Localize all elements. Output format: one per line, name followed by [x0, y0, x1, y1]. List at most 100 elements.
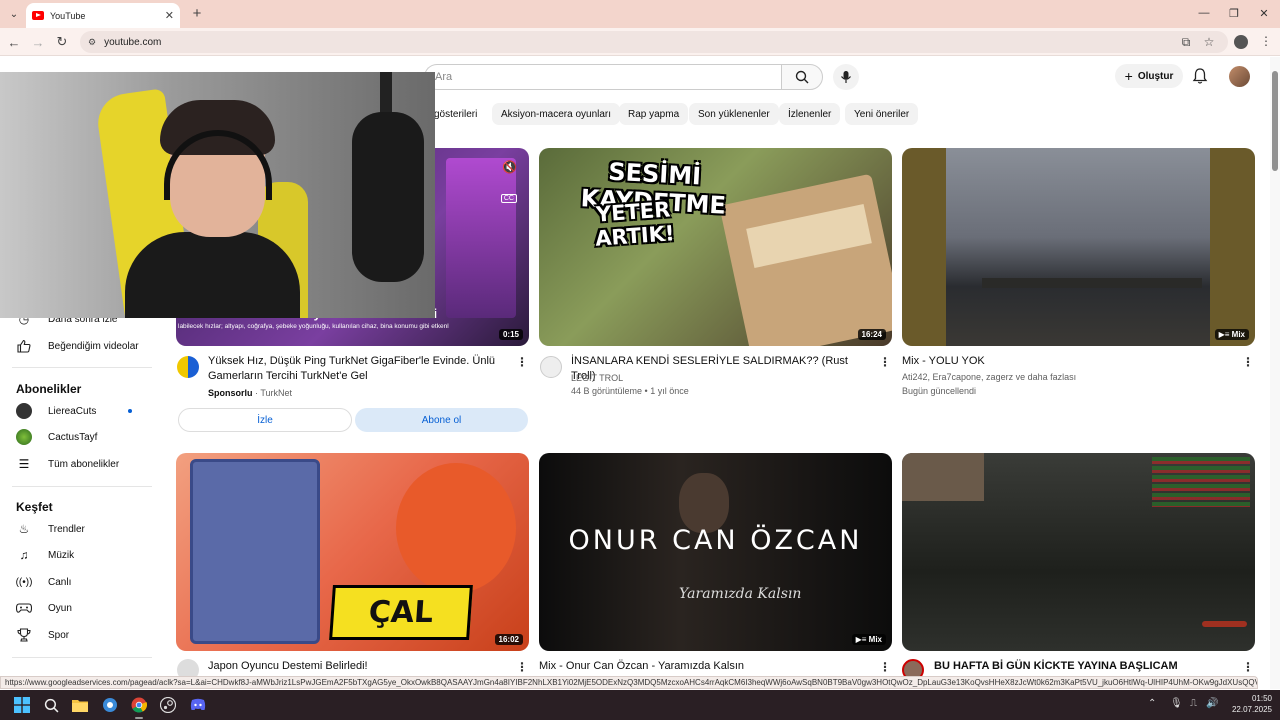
ad-more-actions-icon[interactable]: ⋮: [516, 355, 528, 369]
video-thumbnail[interactable]: SESİMİ KAYDETME YETER ARTIK! 16:24: [539, 148, 892, 346]
sidebar-item-label: Müzik: [48, 549, 75, 561]
microphone-tray-icon[interactable]: 🎙: [1170, 698, 1183, 709]
sidebar-item-gaming[interactable]: Oyun: [16, 598, 72, 618]
tree-line: [982, 278, 1202, 288]
bookmark-star-icon[interactable]: ☆: [1200, 33, 1218, 51]
video-thumbnail[interactable]: ONUR CAN ÖZCAN Yaramızda Kalsın ▶≡ Mix: [539, 453, 892, 651]
minimize-icon[interactable]: —: [1194, 4, 1214, 22]
thumbnail-text: ÇAL: [367, 595, 435, 630]
browser-menu-icon[interactable]: ⋮: [1260, 34, 1272, 48]
character-art: [396, 463, 516, 593]
video-thumbnail[interactable]: ▶≡ Mix: [902, 148, 1255, 346]
reload-icon[interactable]: ↻: [52, 32, 72, 52]
chip-5[interactable]: Yeni öneriler: [845, 103, 919, 125]
chip-2[interactable]: Rap yapma: [619, 103, 689, 125]
windows-taskbar: ⌃ 🎙 ⎍ 🔊 01:50 22.07.2025: [0, 690, 1280, 720]
captions-icon[interactable]: CC: [500, 194, 517, 203]
notifications-bell-icon[interactable]: [1191, 67, 1209, 85]
browser-tab-youtube[interactable]: YouTube ✕: [26, 3, 180, 28]
page-scrollbar[interactable]: [1270, 57, 1280, 689]
tray-overflow-chevron-icon[interactable]: ⌃: [1148, 698, 1156, 709]
create-button[interactable]: + Oluştur: [1115, 64, 1183, 88]
browser-tab-strip: ⌄ YouTube ✕ + — ❐ ✕: [0, 0, 1280, 28]
search-button[interactable]: [781, 64, 823, 90]
channel-name[interactable]: Ati242, Era7capone, zagerz ve daha fazla…: [902, 370, 1076, 384]
volume-icon[interactable]: 🔊: [1206, 698, 1218, 709]
taskbar-search-icon[interactable]: [41, 695, 61, 715]
card-deck-list: [190, 459, 320, 644]
site-settings-icon[interactable]: ⚙: [88, 37, 96, 48]
sidebar-item-label: Spor: [48, 629, 70, 641]
sidebar-item-sports[interactable]: Spor: [16, 625, 69, 645]
mute-icon[interactable]: 🔇: [502, 160, 517, 174]
video-title[interactable]: Japon Oyuncu Destemi Belirledi!: [208, 659, 508, 674]
killfeed-overlay: [1152, 457, 1250, 507]
sidebar-item-trending[interactable]: ♨ Trendler: [16, 519, 85, 539]
forward-arrow-icon[interactable]: →: [28, 32, 48, 52]
search-input[interactable]: Ara: [424, 64, 782, 90]
sidebar-item-label: LiereaCuts: [48, 405, 97, 417]
chip-0[interactable]: gösterileri: [426, 103, 487, 125]
restore-icon[interactable]: ❐: [1224, 4, 1244, 22]
address-bar[interactable]: ⚙ youtube.com ⧉ ☆: [80, 31, 1228, 53]
video-title[interactable]: Mix - Onur Can Özcan - Yaramızda Kalsın: [539, 659, 869, 674]
thumbs-up-icon: [16, 338, 32, 354]
account-avatar[interactable]: [1229, 66, 1250, 87]
studio-microphone: [352, 112, 424, 282]
sidebar-item-live[interactable]: ((•)) Canlı: [15, 572, 72, 592]
new-tab-plus-icon[interactable]: +: [188, 4, 206, 22]
browser-profile-icon[interactable]: [1234, 35, 1248, 49]
tab-search-chevron-icon[interactable]: ⌄: [5, 5, 23, 23]
sidebar-divider: [12, 486, 152, 487]
video-thumbnail[interactable]: ÇAL 16:02: [176, 453, 529, 651]
chip-4[interactable]: İzlenenler: [779, 103, 841, 125]
advertiser-name[interactable]: TurkNet: [260, 388, 292, 398]
subscriptions-heading[interactable]: Abonelikler: [16, 382, 81, 396]
sidebar-item-sub-cactustayf[interactable]: CactusTayf: [16, 427, 97, 447]
voice-search-button[interactable]: [833, 64, 859, 90]
video-more-actions-icon[interactable]: ⋮: [1242, 355, 1254, 369]
chip-1[interactable]: Aksiyon-macera oyunları: [492, 103, 621, 125]
back-arrow-icon[interactable]: ←: [4, 32, 24, 52]
advertiser-avatar[interactable]: [177, 356, 199, 378]
network-icon[interactable]: ⎍: [1190, 698, 1197, 709]
video-title[interactable]: Mix - YOLU YOK: [902, 354, 1232, 369]
discord-icon[interactable]: [188, 695, 208, 715]
sidebar-item-music[interactable]: ♫ Müzik: [16, 545, 75, 565]
browser-toolbar: ← → ↻ ⚙ youtube.com ⧉ ☆ ⋮: [0, 28, 1280, 56]
video-more-actions-icon[interactable]: ⋮: [879, 660, 891, 674]
list-icon: ☰: [18, 457, 30, 471]
ad-watch-button[interactable]: İzle: [178, 408, 352, 432]
ad-caption-text: labilecek hızlar; altyapı, coğrafya, şeb…: [178, 323, 449, 330]
video-more-actions-icon[interactable]: ⋮: [516, 660, 528, 674]
ad-meta: Sponsorlu · TurkNet: [208, 386, 292, 400]
sidebar-item-sub-liereacuts[interactable]: LiereaCuts: [16, 401, 96, 421]
steam-icon[interactable]: [158, 695, 178, 715]
ad-title[interactable]: Yüksek Hız, Düşük Ping TurkNet GigaFiber…: [208, 354, 508, 384]
seaside-photo: [946, 148, 1210, 346]
install-app-icon[interactable]: ⧉: [1177, 33, 1195, 51]
ad-subscribe-button[interactable]: Abone ol: [355, 408, 528, 432]
sidebar-item-all-subscriptions[interactable]: ☰ Tüm abonelikler: [16, 454, 120, 474]
chrome-icon[interactable]: [129, 695, 149, 715]
sidebar-item-label: Beğendiğim videolar: [48, 340, 139, 352]
chip-3[interactable]: Son yüklenenler: [689, 103, 779, 125]
microphone-icon: [841, 71, 851, 83]
sidebar-item-label: CactusTayf: [48, 431, 98, 443]
file-explorer-icon[interactable]: [70, 695, 90, 715]
channel-name[interactable]: LEGIT TROL: [571, 371, 623, 385]
video-thumbnail[interactable]: [902, 453, 1255, 651]
live-broadcast-icon: ((•)): [15, 576, 33, 588]
picture-in-picture-webcam[interactable]: [0, 72, 435, 318]
channel-avatar[interactable]: [540, 356, 562, 378]
windows-start-icon[interactable]: [12, 695, 32, 715]
window-close-icon[interactable]: ✕: [1254, 4, 1274, 22]
scrollbar-thumb[interactable]: [1272, 71, 1278, 171]
video-more-actions-icon[interactable]: ⋮: [879, 355, 891, 369]
system-clock[interactable]: 01:50 22.07.2025: [1222, 693, 1272, 715]
sidebar-item-label: Oyun: [48, 602, 72, 614]
tab-close-icon[interactable]: ✕: [165, 9, 174, 22]
video-more-actions-icon[interactable]: ⋮: [1242, 660, 1254, 674]
app-tool-icon[interactable]: [100, 695, 120, 715]
sidebar-item-liked-videos[interactable]: Beğendiğim videolar: [16, 336, 139, 356]
